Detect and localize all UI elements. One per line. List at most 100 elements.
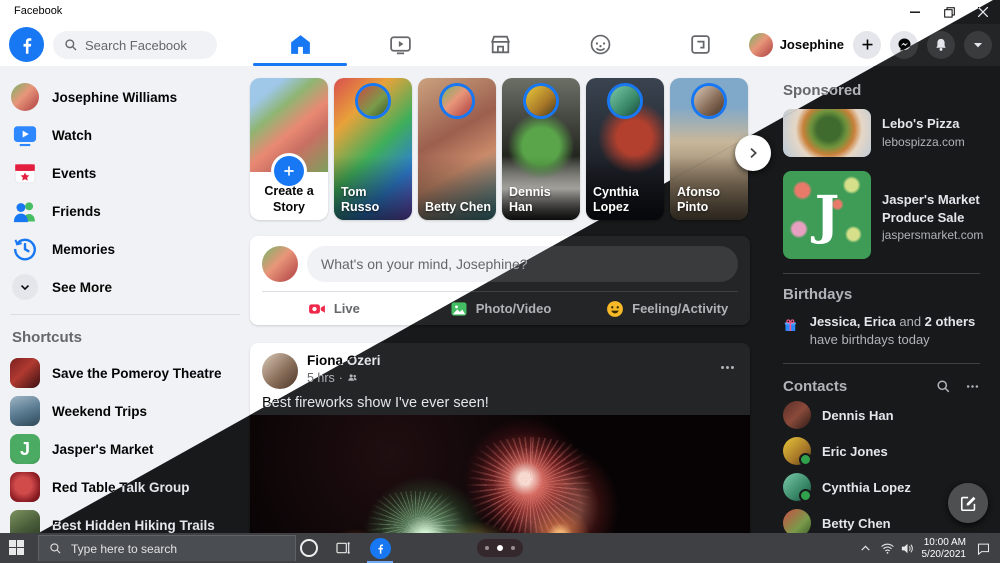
shortcut-thumbnail (10, 510, 40, 533)
sponsored-ad-jaspers-market[interactable]: Jasper's Market Produce Sale jaspersmark… (783, 171, 986, 259)
tab-home[interactable] (250, 24, 350, 66)
compose-pencil-icon (960, 496, 975, 511)
contact-dennis-han[interactable]: Dennis Han (768, 397, 994, 433)
birthdays-title: Birthdays (783, 286, 853, 303)
shortcuts-title: Shortcuts (12, 329, 83, 346)
cortana-icon (300, 539, 318, 557)
new-message-button[interactable] (948, 483, 988, 523)
profile-chip[interactable]: Josephine (748, 32, 844, 57)
task-view-icon (336, 542, 350, 554)
composer-avatar[interactable] (262, 246, 298, 282)
shortcut-thumbnail (10, 396, 40, 426)
show-hidden-icons-button[interactable] (854, 533, 876, 563)
search-icon (64, 38, 78, 52)
stories-next-button[interactable] (735, 135, 771, 171)
story-author-avatar (691, 83, 727, 119)
feeling-activity-icon (607, 300, 624, 317)
chevron-down-icon (12, 274, 38, 300)
contacts-search-icon[interactable] (936, 379, 951, 394)
taskbar-search-input[interactable]: Type here to search (38, 535, 296, 561)
story-author-avatar (607, 83, 643, 119)
start-button[interactable] (9, 540, 24, 555)
network-button[interactable] (876, 533, 898, 563)
live-video-button[interactable]: Live (250, 292, 417, 325)
tab-marketplace[interactable] (450, 24, 550, 65)
sidebar-item-memories[interactable]: Memories (0, 230, 250, 268)
bell-icon (936, 38, 946, 51)
ad-image (783, 109, 871, 157)
watch-video-icon (389, 36, 411, 55)
create-story-card[interactable]: Create aStory (250, 78, 328, 220)
search-placeholder: Search Facebook (85, 37, 187, 53)
facebook-app-icon (369, 537, 391, 559)
contacts-more-icon[interactable] (965, 379, 980, 394)
story-tom-russo[interactable]: Tom Russo (334, 78, 412, 220)
birthday-text: Jessica, Erica and 2 others have birthda… (809, 314, 976, 348)
clock-date: 5/20/2021 (921, 549, 967, 560)
post-author-avatar[interactable] (262, 353, 298, 389)
contact-eric-jones[interactable]: Eric Jones (768, 433, 994, 469)
search-input[interactable]: Search Facebook (53, 31, 217, 59)
wifi-icon (880, 543, 894, 554)
groups-icon (590, 34, 610, 55)
shortcut-pomeroy-theatre[interactable]: Save the Pomeroy Theatre (0, 354, 250, 392)
tab-groups[interactable] (550, 24, 650, 65)
sidebar-item-watch[interactable]: Watch (0, 116, 250, 154)
window-titlebar: Facebook (0, 0, 1000, 24)
account-menu-button[interactable] (964, 30, 992, 59)
events-calendar-icon (10, 158, 40, 188)
story-author-avatar (439, 83, 475, 119)
rail-divider (783, 273, 980, 274)
facebook-app-window: Facebook Search Facebook Josephine Josep… (0, 0, 1000, 563)
windows-logo-icon (9, 540, 24, 555)
sidebar-item-events[interactable]: Events (0, 154, 250, 192)
contacts-title: Contacts (783, 378, 848, 396)
story-author-avatar (523, 83, 559, 119)
story-author-avatar (355, 83, 391, 119)
post-image-fireworks[interactable] (250, 415, 750, 533)
plus-icon (274, 156, 304, 186)
cortana-button[interactable] (296, 533, 322, 563)
rail-divider (783, 363, 980, 365)
marketplace-storefront-icon (490, 35, 510, 54)
shortcut-weekend-trips[interactable]: Weekend Trips (0, 392, 250, 430)
tab-gaming[interactable] (650, 24, 750, 65)
online-dot (799, 453, 812, 467)
ad-image (783, 171, 871, 259)
facebook-logo[interactable] (9, 27, 44, 62)
carousel-dots (477, 539, 523, 557)
chevron-right-icon (750, 148, 757, 158)
online-dot (799, 489, 812, 503)
task-view-button[interactable] (330, 533, 356, 563)
volume-button[interactable] (896, 533, 918, 563)
tab-watch[interactable] (350, 24, 450, 65)
live-video-icon (308, 303, 325, 314)
story-betty-chen[interactable]: Betty Chen (418, 78, 496, 220)
profile-avatar (748, 32, 773, 57)
watch-tv-icon (10, 120, 40, 150)
taskbar-clock[interactable]: 10:00 AM 5/20/2021 (918, 537, 967, 561)
post-options-button[interactable] (719, 359, 736, 376)
story-dennis-han[interactable]: Dennis Han (502, 78, 580, 220)
top-nav: Search Facebook (0, 24, 1000, 67)
memories-clock-icon (10, 234, 40, 264)
chevron-up-icon (860, 544, 870, 551)
sidebar-item-see-more[interactable]: See More (0, 268, 250, 306)
create-button[interactable] (853, 30, 881, 59)
sidebar-divider (10, 314, 240, 315)
birthdays-row[interactable]: Jessica, Erica and 2 others have birthda… (783, 313, 980, 349)
gift-icon (784, 319, 796, 332)
clock-time: 10:00 AM (923, 537, 966, 548)
contact-avatar (783, 401, 811, 430)
dot-active (497, 545, 503, 551)
nav-tabs (250, 24, 750, 66)
sidebar-item-profile[interactable]: Josephine Williams (0, 78, 250, 116)
notifications-button[interactable] (927, 30, 955, 59)
action-center-button[interactable] (970, 533, 996, 563)
minimize-button[interactable] (898, 0, 932, 24)
sidebar-item-friends[interactable]: Friends (0, 192, 250, 230)
caret-down-icon (973, 42, 983, 47)
taskbar-facebook-app[interactable] (366, 533, 394, 563)
feeling-activity-button[interactable]: Feeling/Activity (583, 292, 750, 325)
sponsored-ad-lebos-pizza[interactable]: Lebo's Pizza lebospizza.com (783, 109, 986, 157)
